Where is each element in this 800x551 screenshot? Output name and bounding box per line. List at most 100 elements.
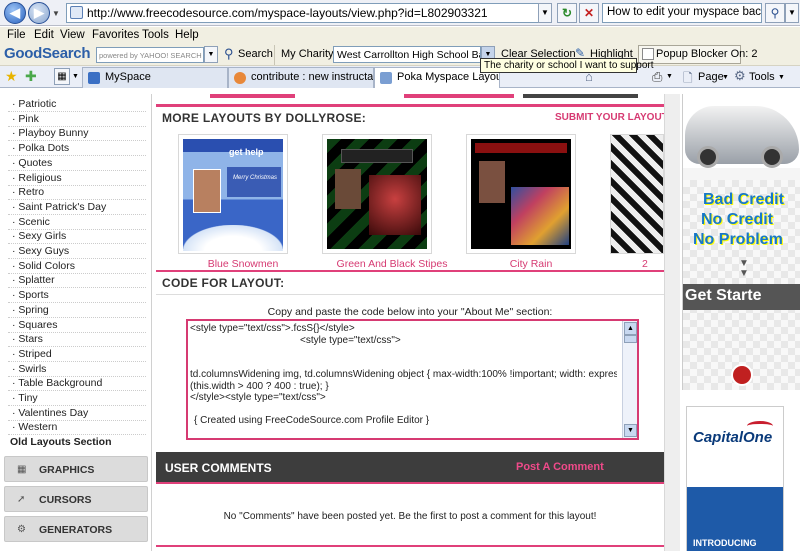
post-comment-link[interactable]: Post A Comment [516, 461, 604, 473]
code-line: { Created using FreeCodeSource.com Profi… [194, 414, 430, 426]
car-wheel [697, 146, 719, 168]
layout-thumb-partial[interactable] [610, 134, 664, 254]
prev-button-edge [404, 94, 514, 98]
charity-select[interactable]: West Carrollton High School Band Boo [333, 46, 481, 63]
goodsearch-search-button[interactable]: Search [238, 48, 273, 60]
history-dropdown-icon[interactable]: ▼ [52, 9, 60, 18]
code-layout-title: CODE FOR LAYOUT: [162, 276, 285, 290]
url-dropdown-icon[interactable]: ▼ [538, 3, 552, 23]
sidebar-item[interactable]: · Patriotic [12, 98, 56, 110]
layout-thumb-blue-snowmen[interactable]: get help Merry Christmas [178, 134, 288, 254]
sidebar-item[interactable]: · Striped [12, 348, 52, 360]
cursor-icon: ➚ [17, 494, 26, 505]
favorites-star-icon[interactable]: ★ [5, 68, 18, 85]
sidebar-item[interactable]: · Playboy Bunny [12, 127, 88, 139]
menu-help[interactable]: Help [175, 29, 199, 41]
prev-button-edge [210, 94, 295, 98]
thumb-caption-city-rain[interactable]: City Rain [466, 258, 596, 270]
menu-favorites[interactable]: Favorites [92, 29, 139, 41]
goodsearch-logo: GoodSearch [4, 45, 91, 62]
sidebar-item[interactable]: · Swirls [12, 363, 46, 375]
menu-edit[interactable]: Edit [34, 29, 54, 41]
sidebar-item[interactable]: · Squares [12, 319, 58, 331]
cursors-button[interactable]: ➚ CURSORS [4, 486, 148, 512]
print-icon[interactable]: ⎙ [652, 69, 662, 85]
sidebar-item[interactable]: · Table Background [12, 377, 102, 389]
url-input[interactable]: http://www.freecodesource.com/myspace-la… [66, 3, 552, 23]
sidebar-item[interactable]: · Spring [12, 304, 49, 316]
tab-list-dropdown-icon[interactable]: ▼ [72, 73, 79, 80]
bank-ad[interactable]: CapitalOne INTRODUCING [686, 406, 784, 551]
sidebar-item[interactable]: · Splatter [12, 274, 55, 286]
sidebar-item[interactable]: · Sports [12, 289, 49, 301]
thumb-caption-partial[interactable]: 2 [642, 258, 648, 270]
menu-tools[interactable]: Tools [142, 29, 169, 41]
menu-view[interactable]: View [60, 29, 85, 41]
back-button[interactable]: ◀ [4, 2, 26, 24]
car-ad[interactable]: Bad Credit No Credit No Problem ▼ ▼ Get … [682, 94, 800, 390]
thumb-caption-green-black[interactable]: Green And Black Stipes [322, 258, 462, 270]
page-dropdown-icon[interactable]: ▼ [722, 74, 729, 81]
sidebar-item[interactable]: · Solid Colors [12, 260, 75, 272]
thumb-photo [479, 161, 505, 203]
thumb-banner-text: Merry Christmas [233, 175, 278, 181]
scroll-down-icon[interactable]: ▼ [624, 424, 637, 437]
thumb-header-bar [475, 143, 567, 153]
sidebar-item[interactable]: · Sexy Girls [12, 230, 66, 242]
blue-snowmen-preview: get help Merry Christmas [183, 139, 283, 251]
tab-myspace[interactable]: MySpace [82, 67, 228, 88]
sidebar-item[interactable]: · Quotes [12, 157, 52, 169]
sidebar-item[interactable]: · Saint Patrick's Day [12, 201, 106, 213]
thumb-caption-blue-snowmen[interactable]: Blue Snowmen [178, 258, 308, 270]
refresh-icon[interactable]: ↻ [557, 3, 577, 23]
ad-logo-icon [731, 364, 753, 386]
forward-button[interactable]: ▶ [28, 2, 50, 24]
instructables-favicon-icon [234, 72, 246, 84]
add-favorite-icon[interactable]: ✚ [25, 68, 37, 85]
scroll-up-icon[interactable]: ▲ [624, 322, 637, 335]
page-scrollbar[interactable] [664, 94, 680, 551]
scroll-thumb[interactable] [624, 335, 637, 343]
sidebar-item[interactable]: · Western [12, 421, 57, 433]
graphics-icon: ▦ [17, 464, 27, 475]
thumb-flower [369, 175, 421, 235]
tools-dropdown-icon[interactable]: ▼ [778, 74, 785, 81]
sidebar-item[interactable]: · Retro [12, 186, 44, 198]
sidebar-item[interactable]: · Stars [12, 333, 43, 345]
layout-thumb-green-black[interactable] [322, 134, 432, 254]
sidebar-item[interactable]: · Scenic [12, 216, 50, 228]
menu-file[interactable]: File [7, 29, 26, 41]
sidebar-item[interactable]: · Religious [12, 172, 62, 184]
ad-cta-text: Get Starte [685, 287, 762, 304]
sidebar-item[interactable]: · Sexy Guys [12, 245, 69, 257]
section-divider [156, 104, 664, 107]
old-layouts-link[interactable]: Old Layouts Section [10, 436, 112, 448]
toolbar-divider [274, 45, 275, 65]
bank-ad-footer: INTRODUCING [693, 538, 757, 548]
sidebar-item[interactable]: · Tiny [12, 392, 38, 404]
stop-icon[interactable]: ✕ [579, 3, 599, 23]
tab-instructable[interactable]: contribute : new instructable [228, 67, 374, 88]
code-line: </style><style type="text/css"> [190, 392, 326, 403]
graphics-button[interactable]: ▦ GRAPHICS [4, 456, 148, 482]
search-options-icon[interactable]: ▼ [785, 3, 799, 23]
browser-search-input[interactable]: How to edit your myspace background [602, 3, 762, 23]
goodsearch-dropdown-icon[interactable]: ▼ [204, 46, 218, 63]
sidebar-item[interactable]: · Pink [12, 113, 39, 125]
submit-layouts-link[interactable]: SUBMIT YOUR LAYOUTS [555, 112, 674, 123]
layout-thumb-city-rain[interactable] [466, 134, 576, 254]
goodsearch-input[interactable]: powered by YAHOO! SEARCH [96, 47, 204, 63]
print-dropdown-icon[interactable]: ▼ [666, 73, 673, 80]
search-icon[interactable]: ⚲ [765, 3, 785, 23]
quick-tabs-icon[interactable]: ▦ [54, 68, 70, 85]
generators-button[interactable]: ⚙ GENERATORS [4, 516, 148, 542]
charity-label: My Charity: [281, 48, 337, 60]
layout-code-textarea[interactable]: <style type="text/css">.fcsS{}</style> <… [186, 319, 639, 440]
tools-menu[interactable]: Tools [749, 71, 775, 83]
page-menu[interactable]: Page [698, 71, 724, 83]
sidebar-item[interactable]: · Valentines Day [12, 407, 88, 419]
code-line: <style type="text/css">.fcsS{}</style> [190, 323, 355, 334]
sidebar-item[interactable]: · Polka Dots [12, 142, 69, 154]
code-scrollbar[interactable]: ▲ ▼ [622, 321, 637, 438]
myspace-favicon-icon [88, 72, 100, 84]
